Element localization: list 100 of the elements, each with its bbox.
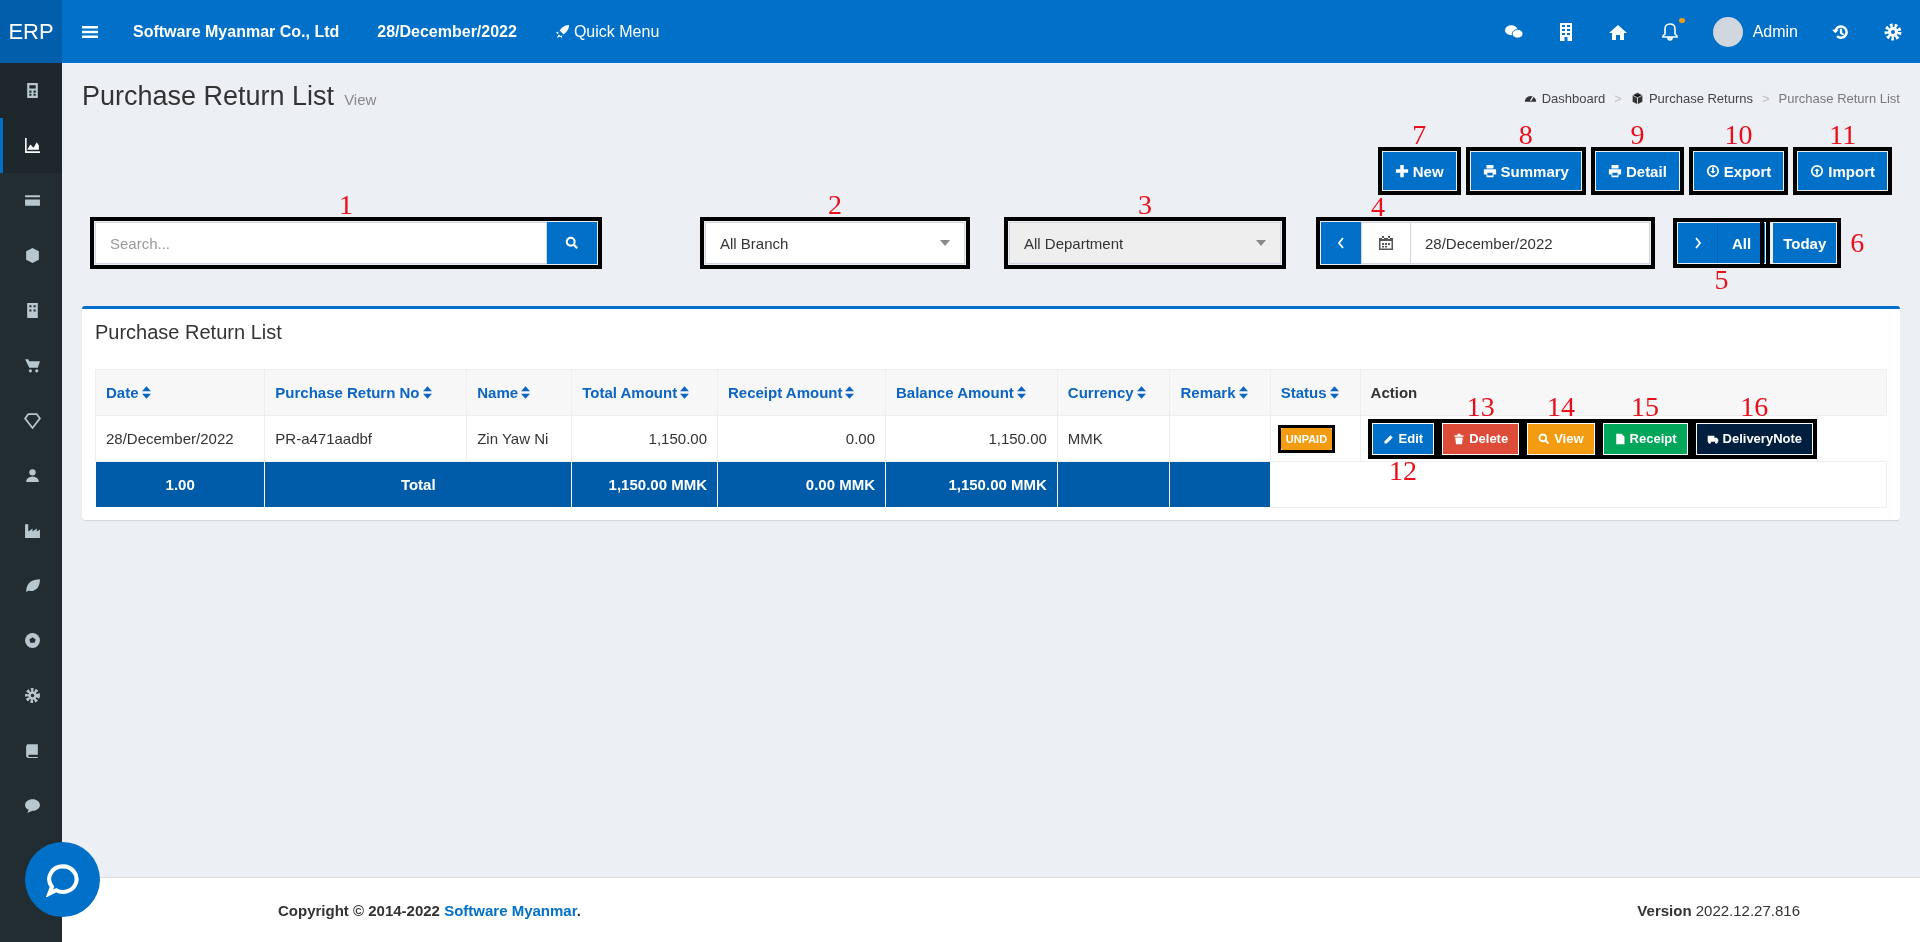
book-icon <box>24 742 41 759</box>
pencil-icon <box>1382 432 1395 445</box>
column-header[interactable]: Date <box>106 384 151 401</box>
sort-icon <box>680 386 690 399</box>
callout-number: 7 <box>1412 121 1427 149</box>
table-cell: 1,150.00 <box>988 430 1047 447</box>
total-cell: Total <box>400 476 436 493</box>
sort-icon <box>1136 386 1146 399</box>
callout-number: 10 <box>1724 121 1753 149</box>
page-subtitle: View <box>344 91 377 108</box>
home-icon[interactable] <box>1608 22 1627 41</box>
delivery-note-button[interactable]: DeliveryNote <box>1696 423 1813 454</box>
company-name: Software Myanmar Co., Ltd <box>133 22 340 41</box>
sort-icon <box>1016 386 1026 399</box>
sort-icon <box>845 386 855 399</box>
chat-icon <box>24 797 41 814</box>
callout-number: 11 <box>1829 121 1857 149</box>
speech-bubble-icon <box>45 862 80 897</box>
card-icon <box>24 192 41 209</box>
copyright-text: Copyright © 2014-2022 Software Myanmar. <box>278 901 581 919</box>
printer-icon <box>1607 164 1622 178</box>
ball-icon <box>24 632 41 649</box>
history-icon[interactable] <box>1832 22 1850 41</box>
sort-icon <box>521 386 531 399</box>
cube-icon <box>1630 92 1644 105</box>
sort-icon <box>141 386 151 399</box>
calendar-button[interactable] <box>1361 222 1411 264</box>
callout-number: 6 <box>1850 229 1865 257</box>
all-button[interactable]: All <box>1718 223 1766 263</box>
total-cell: 1,150.00 MMK <box>948 476 1047 493</box>
delete-button[interactable]: Delete <box>1443 423 1519 454</box>
upload-icon <box>1810 164 1825 178</box>
sort-icon <box>1238 386 1248 399</box>
gear-icon <box>24 687 41 704</box>
total-cell: 1,150.00 MMK <box>608 476 707 493</box>
date-field[interactable]: 28/December/2022 <box>1411 222 1650 264</box>
toolbar-button[interactable]: New <box>1382 152 1456 190</box>
factory-icon <box>24 522 41 539</box>
receipt-button[interactable]: Receipt <box>1603 423 1687 454</box>
breadcrumb-separator: > <box>1614 91 1622 106</box>
avatar-icon[interactable] <box>1712 16 1743 47</box>
today-button[interactable]: Today <box>1773 223 1837 263</box>
version-text: Version 2022.12.27.816 <box>1637 901 1800 919</box>
callout-number: 14 <box>1546 392 1575 421</box>
callout-number: 12 <box>1388 456 1417 485</box>
callout-number: 2 <box>828 191 842 219</box>
table-cell: PR-a471aadbf <box>275 430 373 447</box>
plus-icon <box>1394 164 1409 178</box>
bell-icon[interactable] <box>1660 22 1679 41</box>
callout-number: 8 <box>1518 121 1533 149</box>
area-chart-icon <box>24 137 41 154</box>
settings-icon[interactable] <box>1884 22 1902 41</box>
cube-icon <box>24 247 41 264</box>
quick-menu-link[interactable]: Quick Menu <box>554 22 660 41</box>
leaf-icon <box>24 577 41 594</box>
callout-number: 1 <box>339 191 353 219</box>
highlight-frame <box>1367 418 1439 459</box>
column-header[interactable]: Name <box>477 384 531 401</box>
chat-icon[interactable] <box>1504 22 1523 41</box>
callout-number: 5 <box>1714 266 1729 294</box>
toolbar-button[interactable]: Summary <box>1470 152 1581 190</box>
callout-number: 4 <box>1371 193 1385 221</box>
current-date: 28/December/2022 <box>377 22 517 41</box>
company-link[interactable]: Software Myanmar <box>444 901 577 919</box>
callout-number: 9 <box>1630 121 1645 149</box>
menu-icon[interactable] <box>82 24 98 39</box>
callout-number: 3 <box>1138 191 1152 219</box>
branch-select[interactable]: All Branch <box>705 222 965 264</box>
diamond-icon <box>24 412 41 429</box>
callout-number: 16 <box>1740 392 1769 421</box>
panel-title: Purchase Return List <box>95 321 283 344</box>
trash-icon <box>1453 432 1466 445</box>
dropdown-icon <box>1256 240 1266 246</box>
edit-button[interactable]: Edit <box>1372 423 1434 454</box>
dropdown-icon <box>940 240 950 246</box>
toolbar-button[interactable]: Export <box>1693 152 1784 190</box>
search-field[interactable]: Search... <box>95 222 547 264</box>
download-icon <box>1705 164 1720 178</box>
breadcrumb-link[interactable]: Purchase Return List <box>1778 91 1900 106</box>
toolbar-button[interactable]: Import <box>1798 152 1887 190</box>
cart-icon <box>24 357 41 374</box>
sidebar-item[interactable] <box>0 118 62 173</box>
column-header: Action <box>1370 384 1418 401</box>
callout-number: 13 <box>1466 392 1495 421</box>
user-name[interactable]: Admin <box>1752 22 1798 41</box>
total-cell: 0.00 MMK <box>805 476 875 493</box>
sort-icon <box>422 386 432 399</box>
breadcrumb-link[interactable]: Purchase Returns <box>1630 91 1753 106</box>
brand-logo[interactable]: ERP <box>0 0 62 63</box>
rocket-icon <box>554 24 570 39</box>
table-cell: MMK <box>1067 430 1103 447</box>
users-icon <box>24 467 41 484</box>
table-cell: 28/December/2022 <box>106 430 234 447</box>
breadcrumb-link[interactable]: Dashboard <box>1523 91 1606 106</box>
page-title: Purchase Return List <box>82 81 335 112</box>
building-icon <box>24 302 41 319</box>
search-button[interactable] <box>547 222 597 264</box>
sidebar-item[interactable] <box>0 63 62 118</box>
table-cell: 1,150.00 <box>648 430 707 447</box>
toolbar-button[interactable]: Detail <box>1595 152 1679 190</box>
